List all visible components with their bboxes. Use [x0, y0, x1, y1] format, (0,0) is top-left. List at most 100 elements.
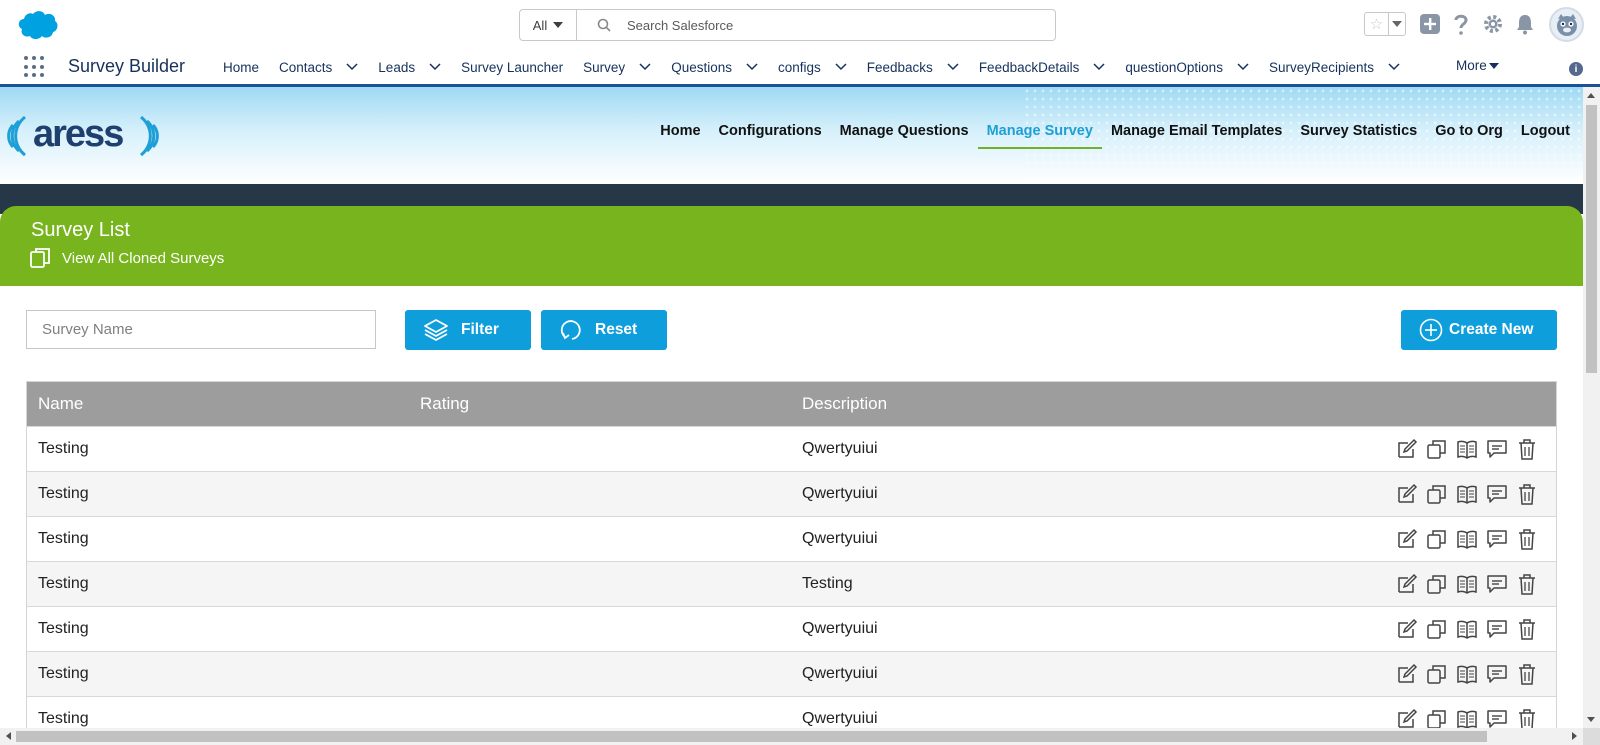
trash-icon[interactable]: [1516, 528, 1538, 550]
nav-item-questions[interactable]: Questions: [661, 50, 768, 84]
salesforce-logo[interactable]: [16, 10, 58, 40]
book-icon[interactable]: [1456, 528, 1478, 550]
chevron-down-icon[interactable]: [947, 63, 959, 71]
row-actions: [1396, 708, 1556, 728]
comment-icon[interactable]: [1486, 573, 1508, 595]
menu-manage-questions[interactable]: Manage Questions: [831, 117, 978, 145]
edit-icon[interactable]: [1396, 573, 1418, 595]
clone-icon[interactable]: [1426, 528, 1448, 550]
nav-item-survey[interactable]: Survey: [573, 50, 661, 84]
create-new-button[interactable]: Create New: [1401, 310, 1557, 350]
cell-description: Testing: [802, 575, 853, 592]
book-icon[interactable]: [1456, 573, 1478, 595]
comment-icon[interactable]: [1486, 528, 1508, 550]
edit-icon[interactable]: [1396, 438, 1418, 460]
scroll-up-arrow-icon[interactable]: [1587, 93, 1595, 98]
horizontal-scrollbar[interactable]: [0, 728, 1600, 745]
nav-item-feedbacks[interactable]: Feedbacks: [857, 50, 969, 84]
info-icon[interactable]: i: [1569, 62, 1583, 76]
column-header-name[interactable]: Name: [27, 394, 409, 414]
nav-item-survey-launcher[interactable]: Survey Launcher: [451, 50, 573, 84]
trash-icon[interactable]: [1516, 438, 1538, 460]
nav-item-contacts[interactable]: Contacts: [269, 50, 368, 84]
chevron-down-icon[interactable]: [1093, 63, 1105, 71]
survey-name-input[interactable]: [26, 310, 376, 349]
row-actions: [1396, 483, 1556, 505]
edit-icon[interactable]: [1396, 708, 1418, 728]
scroll-left-arrow-icon[interactable]: [6, 732, 11, 740]
edit-icon[interactable]: [1396, 528, 1418, 550]
search-scope-label: All: [532, 17, 548, 33]
trash-icon[interactable]: [1516, 618, 1538, 640]
global-search[interactable]: All Search Salesforce: [519, 9, 1056, 41]
nav-more-menu[interactable]: More: [1456, 58, 1499, 73]
search-scope-dropdown[interactable]: All: [520, 10, 577, 40]
comment-icon[interactable]: [1486, 708, 1508, 728]
view-cloned-surveys-link[interactable]: View All Cloned Surveys: [30, 247, 224, 269]
chevron-down-icon[interactable]: [346, 63, 358, 71]
nav-item-home[interactable]: Home: [213, 50, 269, 84]
trash-icon[interactable]: [1516, 708, 1538, 728]
book-icon[interactable]: [1456, 708, 1478, 728]
edit-icon[interactable]: [1396, 663, 1418, 685]
aress-banner: aress Home Configurations Manage Questions…: [0, 87, 1583, 184]
scrollbar-corner: [1583, 728, 1600, 745]
chevron-down-icon[interactable]: [1237, 63, 1249, 71]
aress-logo[interactable]: aress: [3, 109, 163, 163]
menu-go-to-org[interactable]: Go to Org: [1426, 117, 1512, 145]
chevron-down-icon[interactable]: [639, 63, 651, 71]
clone-icon[interactable]: [1426, 573, 1448, 595]
menu-survey-statistics[interactable]: Survey Statistics: [1291, 117, 1426, 145]
clone-icon[interactable]: [1426, 663, 1448, 685]
menu-logout[interactable]: Logout: [1512, 117, 1579, 145]
edit-icon[interactable]: [1396, 618, 1418, 640]
chevron-down-icon[interactable]: [429, 63, 441, 71]
column-header-description[interactable]: Description: [791, 394, 1556, 414]
favorite-star-icon[interactable]: ☆: [1365, 13, 1389, 35]
nav-item-feedbackdetails[interactable]: FeedbackDetails: [969, 50, 1116, 84]
menu-manage-email-templates[interactable]: Manage Email Templates: [1102, 117, 1291, 145]
nav-item-questionoptions[interactable]: questionOptions: [1115, 50, 1259, 84]
comment-icon[interactable]: [1486, 438, 1508, 460]
chevron-down-icon[interactable]: [1388, 63, 1400, 71]
clone-icon[interactable]: [1426, 708, 1448, 728]
chevron-down-icon[interactable]: [835, 63, 847, 71]
vertical-scroll-thumb[interactable]: [1586, 105, 1597, 373]
filter-button[interactable]: Filter: [405, 310, 531, 350]
vertical-scrollbar[interactable]: [1583, 87, 1600, 728]
notifications-bell-icon[interactable]: [1513, 12, 1537, 36]
clone-icon[interactable]: [1426, 618, 1448, 640]
menu-home[interactable]: Home: [651, 117, 709, 145]
menu-manage-survey[interactable]: Manage Survey: [977, 117, 1103, 149]
trash-icon[interactable]: [1516, 663, 1538, 685]
comment-icon[interactable]: [1486, 618, 1508, 640]
help-icon[interactable]: [1449, 12, 1473, 36]
nav-item-surveyrecipients[interactable]: SurveyRecipients: [1259, 50, 1410, 84]
comment-icon[interactable]: [1486, 663, 1508, 685]
column-header-rating[interactable]: Rating: [409, 394, 791, 414]
comment-icon[interactable]: [1486, 483, 1508, 505]
app-navigation-bar: Survey Builder Home Contacts Leads Survey L…: [0, 50, 1600, 87]
clone-icon[interactable]: [1426, 483, 1448, 505]
scroll-right-arrow-icon[interactable]: [1572, 732, 1577, 740]
user-avatar[interactable]: [1549, 7, 1584, 42]
edit-icon[interactable]: [1396, 483, 1418, 505]
nav-item-configs[interactable]: configs: [768, 50, 857, 84]
horizontal-scroll-thumb[interactable]: [16, 731, 1487, 742]
menu-configurations[interactable]: Configurations: [710, 117, 831, 145]
chevron-down-icon[interactable]: [746, 63, 758, 71]
nav-item-leads[interactable]: Leads: [368, 50, 451, 84]
global-create-icon[interactable]: [1418, 12, 1442, 36]
trash-icon[interactable]: [1516, 483, 1538, 505]
setup-gear-icon[interactable]: [1481, 12, 1505, 36]
scroll-down-arrow-icon[interactable]: [1587, 717, 1595, 722]
clone-icon[interactable]: [1426, 438, 1448, 460]
trash-icon[interactable]: [1516, 573, 1538, 595]
book-icon[interactable]: [1456, 483, 1478, 505]
reset-button[interactable]: Reset: [541, 310, 667, 350]
book-icon[interactable]: [1456, 618, 1478, 640]
book-icon[interactable]: [1456, 663, 1478, 685]
app-launcher-icon[interactable]: [24, 56, 46, 78]
book-icon[interactable]: [1456, 438, 1478, 460]
favorites-menu-button[interactable]: [1389, 13, 1405, 35]
